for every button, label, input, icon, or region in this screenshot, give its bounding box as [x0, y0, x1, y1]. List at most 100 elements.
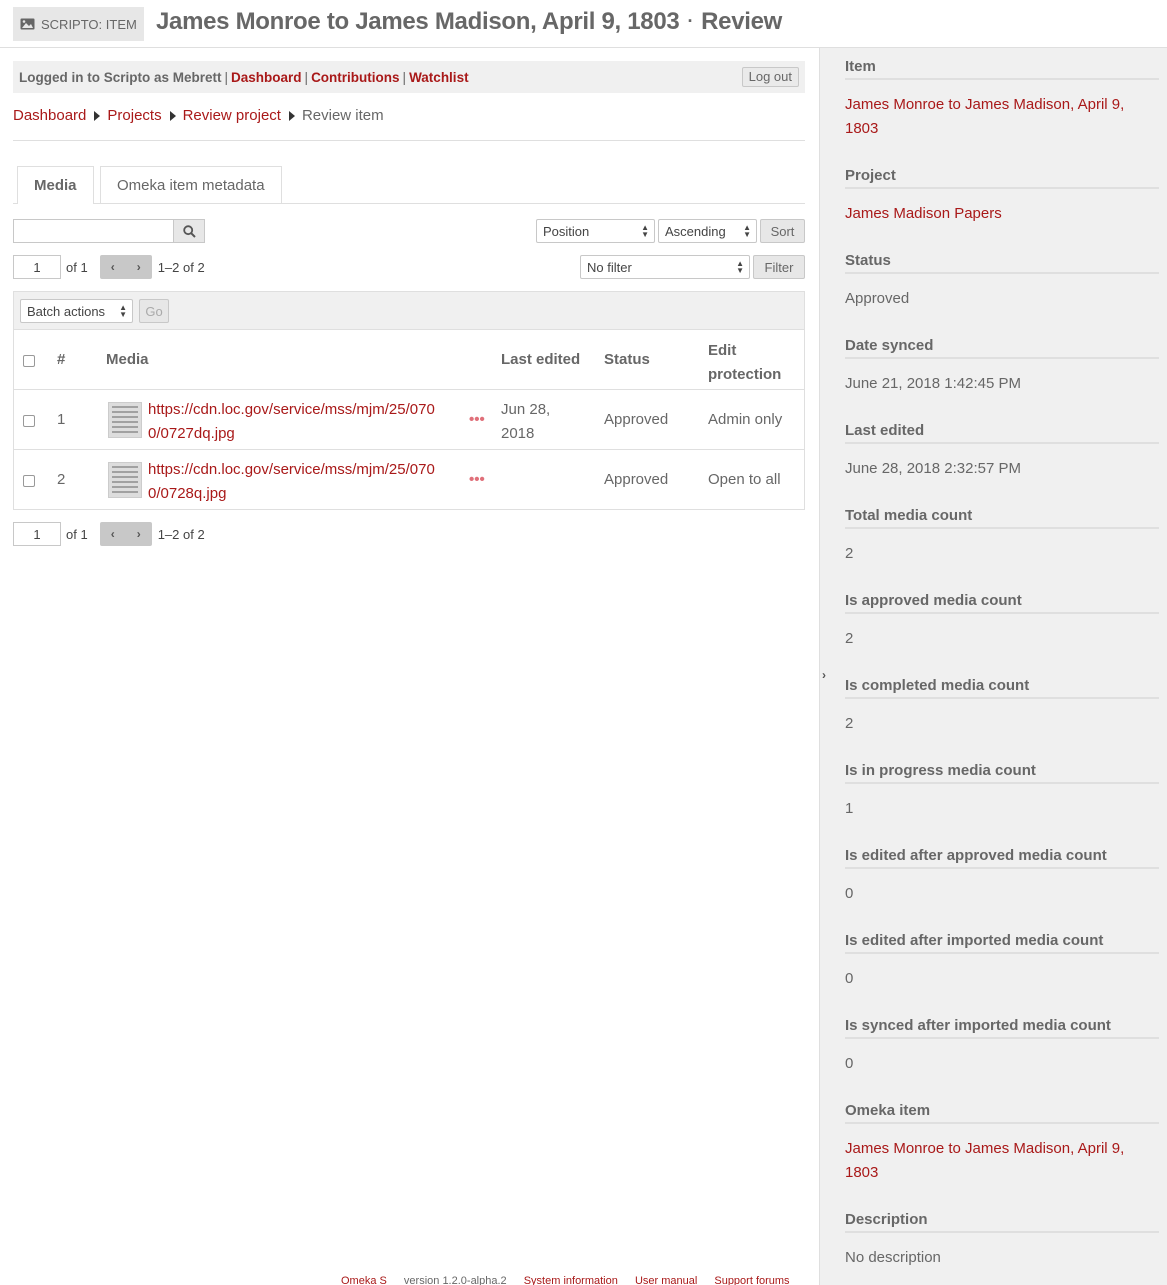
next-page-button[interactable]: ›	[126, 522, 152, 546]
filter-button[interactable]: Filter	[753, 255, 805, 279]
breadcrumb-dashboard[interactable]: Dashboard	[13, 107, 86, 124]
filter-select[interactable]: No filter ▲ ▼	[580, 255, 750, 279]
footer-support-forums-link[interactable]: Support forums	[714, 1275, 789, 1285]
row-checkbox[interactable]	[23, 415, 35, 427]
tab-omeka-item-metadata[interactable]: Omeka item metadata	[100, 166, 282, 203]
sort-by-value: Position	[543, 223, 590, 239]
sidebar-toggle-icon[interactable]: ›	[822, 668, 826, 682]
batch-go-button[interactable]: Go	[139, 299, 169, 323]
breadcrumb-arrow-icon	[288, 110, 295, 121]
media-link-line1: https://cdn.loc.gov/service/mss/mjm/25/0…	[148, 401, 435, 418]
tab-bar: Media Omeka item metadata	[13, 166, 805, 204]
page-header: SCRIPTO: ITEM James Monroe to James Madi…	[0, 0, 1167, 48]
breadcrumb-review-project[interactable]: Review project	[183, 107, 281, 124]
meta-value: Approved	[845, 290, 910, 307]
meta-value: 2	[845, 545, 854, 562]
tab-media[interactable]: Media	[17, 166, 94, 204]
meta-project-link[interactable]: James Madison Papers	[845, 205, 1002, 222]
pagination-bottom: of 1 ‹ › 1–2 of 2	[13, 522, 205, 546]
footer-user-manual-link[interactable]: User manual	[635, 1275, 697, 1285]
meta-label: Status	[845, 242, 1159, 274]
media-link[interactable]: https://cdn.loc.gov/service/mss/mjm/25/0…	[148, 458, 435, 506]
page-total: of 1	[66, 259, 88, 275]
select-all-checkbox[interactable]	[23, 355, 35, 367]
image-icon	[20, 18, 35, 30]
media-link-line2: 0/0728q.jpg	[148, 485, 227, 502]
footer-omeka-link[interactable]: Omeka S	[341, 1275, 387, 1285]
meta-label: Date synced	[845, 327, 1159, 359]
batch-actions-select[interactable]: Batch actions ▲ ▼	[20, 299, 133, 323]
search-button[interactable]	[173, 219, 205, 243]
sort-order-select[interactable]: Ascending ▲ ▼	[658, 219, 757, 243]
meta-status: Status Approved	[845, 242, 1159, 311]
footer-system-info-link[interactable]: System information	[524, 1275, 618, 1285]
header-edit-protection: Edit protection	[708, 339, 781, 387]
sort-by-select[interactable]: Position ▲ ▼	[536, 219, 655, 243]
meta-value: 0	[845, 885, 854, 902]
pagination-top: of 1 ‹ › 1–2 of 2	[13, 255, 205, 279]
meta-value-line2: 1803	[845, 1164, 879, 1181]
search-icon	[182, 224, 196, 238]
meta-value: 2	[845, 630, 854, 647]
media-thumbnail	[108, 402, 142, 438]
page-number-input[interactable]	[13, 522, 61, 546]
meta-synced-after-imported-count: Is synced after imported media count 0	[845, 1007, 1159, 1076]
contributions-link[interactable]: Contributions	[311, 70, 399, 85]
meta-label: Last edited	[845, 412, 1159, 444]
meta-value-line1: James Monroe to James Madison, April 9,	[845, 96, 1125, 113]
next-page-button[interactable]: ›	[126, 255, 152, 279]
header-edit-protection-line2: protection	[708, 366, 782, 383]
meta-value: June 21, 2018 1:42:45 PM	[845, 375, 1021, 392]
meta-value: 0	[845, 1055, 854, 1072]
meta-value: June 28, 2018 2:32:57 PM	[845, 460, 1021, 477]
prev-page-button[interactable]: ‹	[100, 522, 126, 546]
meta-label: Project	[845, 157, 1159, 189]
meta-item-link[interactable]: James Monroe to James Madison, April 9, 1…	[845, 93, 1159, 141]
filter-value: No filter	[587, 259, 632, 275]
sidebar: › Item James Monroe to James Madison, Ap…	[819, 48, 1167, 1285]
select-arrows-icon: ▲ ▼	[641, 223, 649, 239]
last-edited: Jun 28, 2018	[501, 398, 550, 446]
media-link[interactable]: https://cdn.loc.gov/service/mss/mjm/25/0…	[148, 398, 435, 446]
more-actions-icon[interactable]: •••	[469, 471, 485, 488]
row-status: Approved	[604, 471, 669, 488]
meta-label: Is completed media count	[845, 667, 1159, 699]
page-nav: ‹ ›	[99, 522, 152, 546]
meta-label: Omeka item	[845, 1092, 1159, 1124]
row-number: 1	[57, 411, 66, 428]
row-number: 2	[57, 471, 66, 488]
meta-omeka-item-link[interactable]: James Monroe to James Madison, April 9, 1…	[845, 1137, 1159, 1185]
batch-actions-bar: Batch actions ▲ ▼ Go	[14, 292, 804, 330]
header-edit-protection-line1: Edit	[708, 342, 737, 359]
dashboard-link[interactable]: Dashboard	[231, 70, 302, 85]
select-arrows-icon: ▲ ▼	[119, 303, 127, 319]
more-actions-icon[interactable]: •••	[469, 411, 485, 428]
item-title: James Monroe to James Madison, April 9, …	[156, 8, 680, 35]
footer-version: version 1.2.0-alpha.2	[403, 1275, 507, 1285]
meta-label: Is synced after imported media count	[845, 1007, 1159, 1039]
media-link-line2: 0/0727dq.jpg	[148, 425, 235, 442]
breadcrumb-arrow-icon	[94, 110, 101, 121]
resource-type-badge: SCRIPTO: ITEM	[13, 7, 144, 41]
row-checkbox[interactable]	[23, 475, 35, 487]
breadcrumb-projects[interactable]: Projects	[107, 107, 161, 124]
user-bar: Logged in to Scripto as Mebrett | Dashbo…	[13, 61, 805, 93]
media-table: Batch actions ▲ ▼ Go # Media Last edited …	[13, 291, 805, 510]
page-number-input[interactable]	[13, 255, 61, 279]
search-form	[13, 219, 205, 243]
watchlist-link[interactable]: Watchlist	[409, 70, 469, 85]
divider	[13, 140, 805, 141]
meta-value: 2	[845, 715, 854, 732]
meta-edited-after-approved-count: Is edited after approved media count 0	[845, 837, 1159, 906]
result-range: 1–2 of 2	[157, 526, 205, 542]
prev-page-button[interactable]: ‹	[100, 255, 126, 279]
sort-button[interactable]: Sort	[760, 219, 805, 243]
footer: Omeka S version 1.2.0-alpha.2 System inf…	[341, 1275, 804, 1285]
meta-completed-media-count: Is completed media count 2	[845, 667, 1159, 736]
batch-actions-value: Batch actions	[27, 303, 106, 319]
media-thumbnail	[108, 462, 142, 498]
page-total: of 1	[66, 526, 88, 542]
logout-button[interactable]: Log out	[741, 67, 799, 87]
meta-value: 1	[845, 800, 854, 817]
search-input[interactable]	[13, 219, 173, 243]
